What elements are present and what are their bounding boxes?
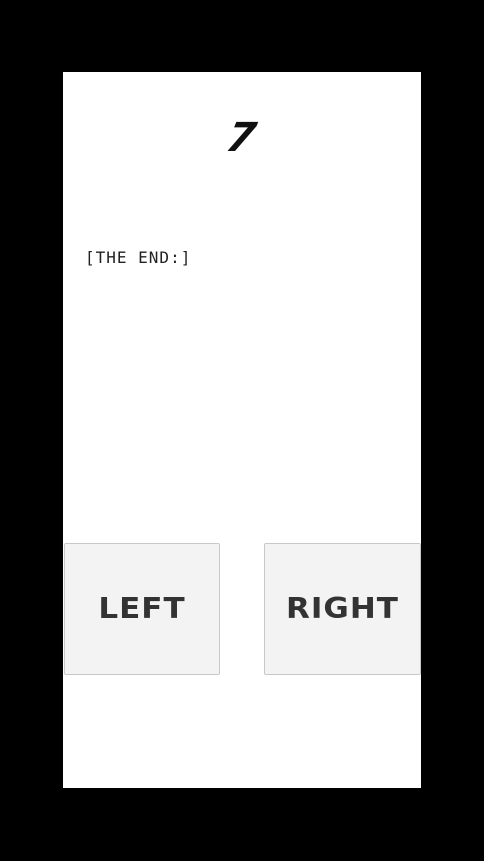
score-counter: 7 <box>222 115 260 161</box>
left-button[interactable]: LEFT <box>64 543 220 675</box>
left-button-label: LEFT <box>98 592 186 626</box>
status-message: [THE END:] <box>85 248 192 267</box>
game-stage: 7 [THE END:] LEFT RIGHT <box>63 72 421 788</box>
right-button[interactable]: RIGHT <box>264 543 421 675</box>
right-button-label: RIGHT <box>286 592 399 626</box>
